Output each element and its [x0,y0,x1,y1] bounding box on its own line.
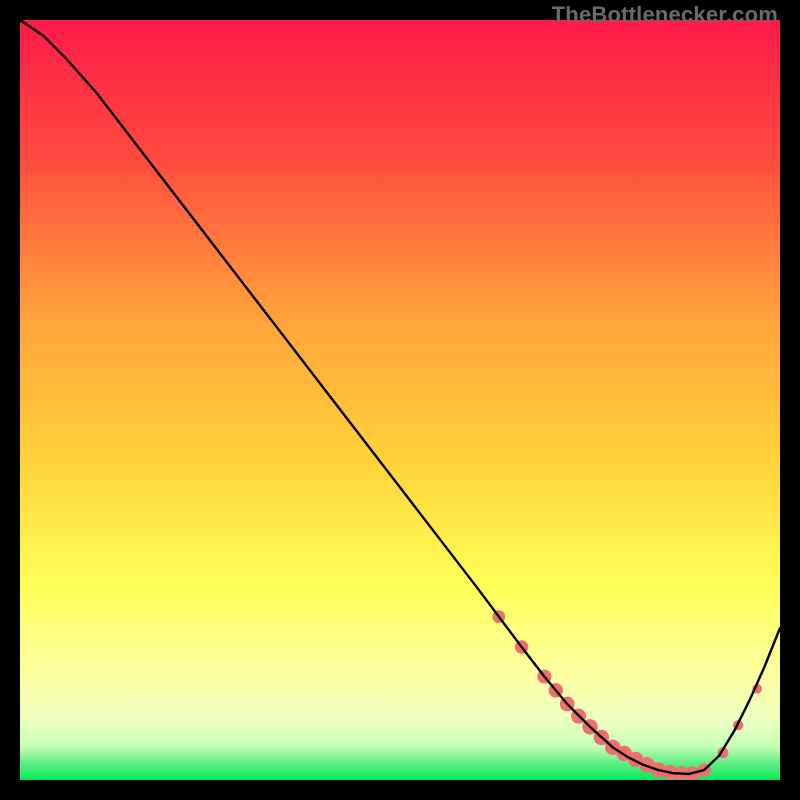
chart-svg [20,20,780,780]
watermark-text: TheBottlenecker.com [552,2,778,28]
chart-background [20,20,780,780]
chart-frame: TheBottlenecker.com [0,0,800,800]
